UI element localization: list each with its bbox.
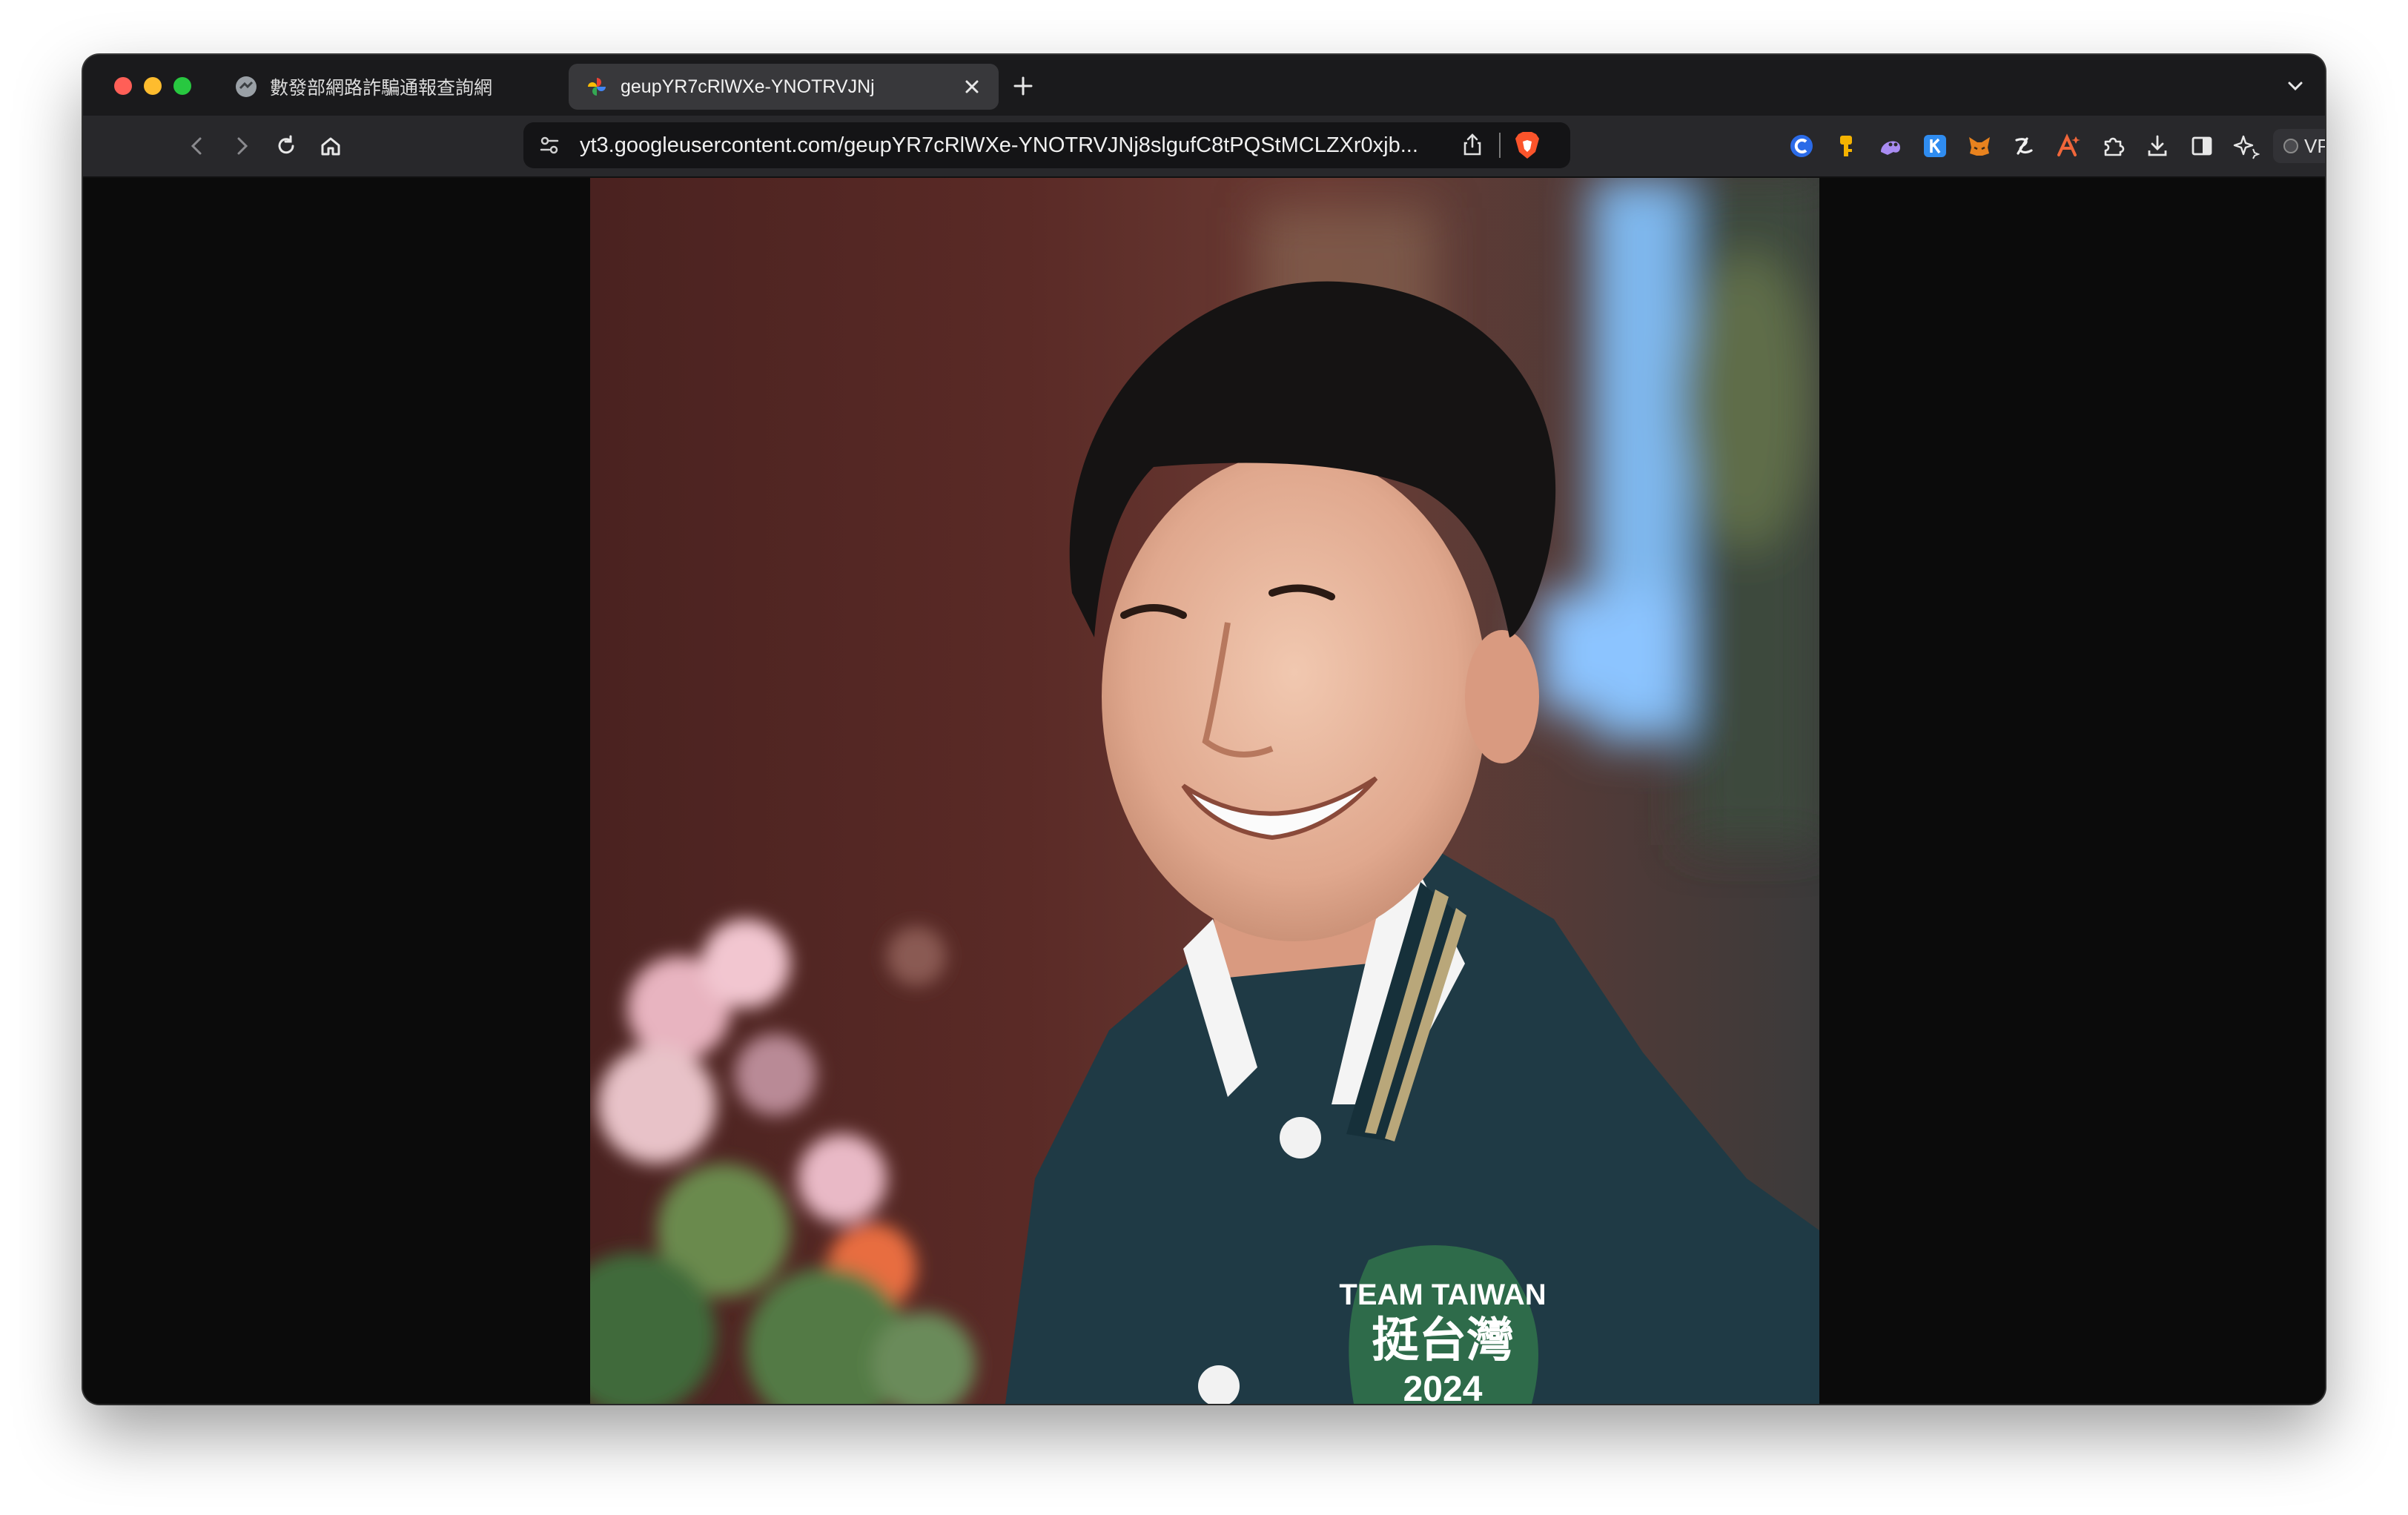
new-tab-icon[interactable] (1011, 74, 1035, 98)
metamask-fox-icon[interactable] (1966, 133, 1993, 159)
tab-inactive[interactable]: 數發部網路詐騙通報查詢網 (218, 64, 552, 110)
tab-title: geupYR7cRlWXe-YNOTRVJNj (621, 76, 875, 97)
zoom-window-button[interactable] (173, 77, 191, 95)
address-divider (1499, 133, 1501, 158)
patch-text-bottom: 2024 (1403, 1370, 1483, 1404)
extension-k-icon[interactable] (1922, 133, 1948, 159)
download-icon[interactable] (2144, 133, 2171, 159)
tab-active[interactable]: geupYR7cRlWXe-YNOTRVJNj (569, 64, 999, 110)
extension-c-icon[interactable] (1788, 133, 1815, 159)
extensions-puzzle-icon[interactable] (2100, 133, 2126, 159)
minimize-window-button[interactable] (144, 77, 162, 95)
extension-a-icon[interactable] (2055, 133, 2082, 159)
site-favicon-icon (236, 76, 257, 97)
extension-key-icon[interactable] (1833, 133, 1859, 159)
home-icon[interactable] (317, 133, 344, 159)
extension-scribble-icon[interactable] (2011, 133, 2037, 159)
extension-ghost-icon[interactable] (1877, 133, 1904, 159)
page-content: TEAM TAIWAN 挺台灣 2024 (83, 178, 2325, 1404)
navigation-toolbar: yt3.googleusercontent.com/geupYR7cRlWXe-… (83, 116, 2325, 178)
vpn-button[interactable]: VPN (2273, 129, 2325, 163)
reload-icon[interactable] (273, 133, 300, 159)
patch-text-middle: 挺台灣 (1372, 1313, 1514, 1368)
site-settings-icon[interactable] (537, 133, 562, 158)
back-icon[interactable] (184, 133, 211, 159)
vpn-label: VPN (2304, 134, 2325, 157)
tab-strip: 數發部網路詐騙通報查詢網 geupYR7cRlWXe-YNOTRVJNj (83, 55, 2325, 116)
brave-shields-icon[interactable] (1512, 130, 1542, 161)
close-window-button[interactable] (114, 77, 132, 95)
leo-ai-icon[interactable] (2233, 133, 2260, 159)
browser-window: 數發部網路詐騙通報查詢網 geupYR7cRlWXe-YNOTRVJNj yt3… (83, 55, 2325, 1404)
portrait-photo: TEAM TAIWAN 挺台灣 2024 (590, 178, 1819, 1404)
vpn-status-icon (2283, 139, 2298, 153)
google-photos-icon (588, 78, 606, 96)
url-text: yt3.googleusercontent.com/geupYR7cRlWXe-… (580, 133, 1418, 157)
address-bar[interactable]: yt3.googleusercontent.com/geupYR7cRlWXe-… (523, 122, 1570, 168)
sidebar-icon[interactable] (2189, 133, 2215, 159)
share-icon[interactable] (1459, 131, 1486, 158)
forward-icon[interactable] (228, 133, 255, 159)
chevron-down-icon[interactable] (2285, 76, 2306, 96)
patch-text-top: TEAM TAIWAN (1339, 1279, 1546, 1311)
close-tab-icon[interactable] (962, 76, 982, 97)
tab-title: 數發部網路詐騙通報查詢網 (270, 78, 493, 99)
